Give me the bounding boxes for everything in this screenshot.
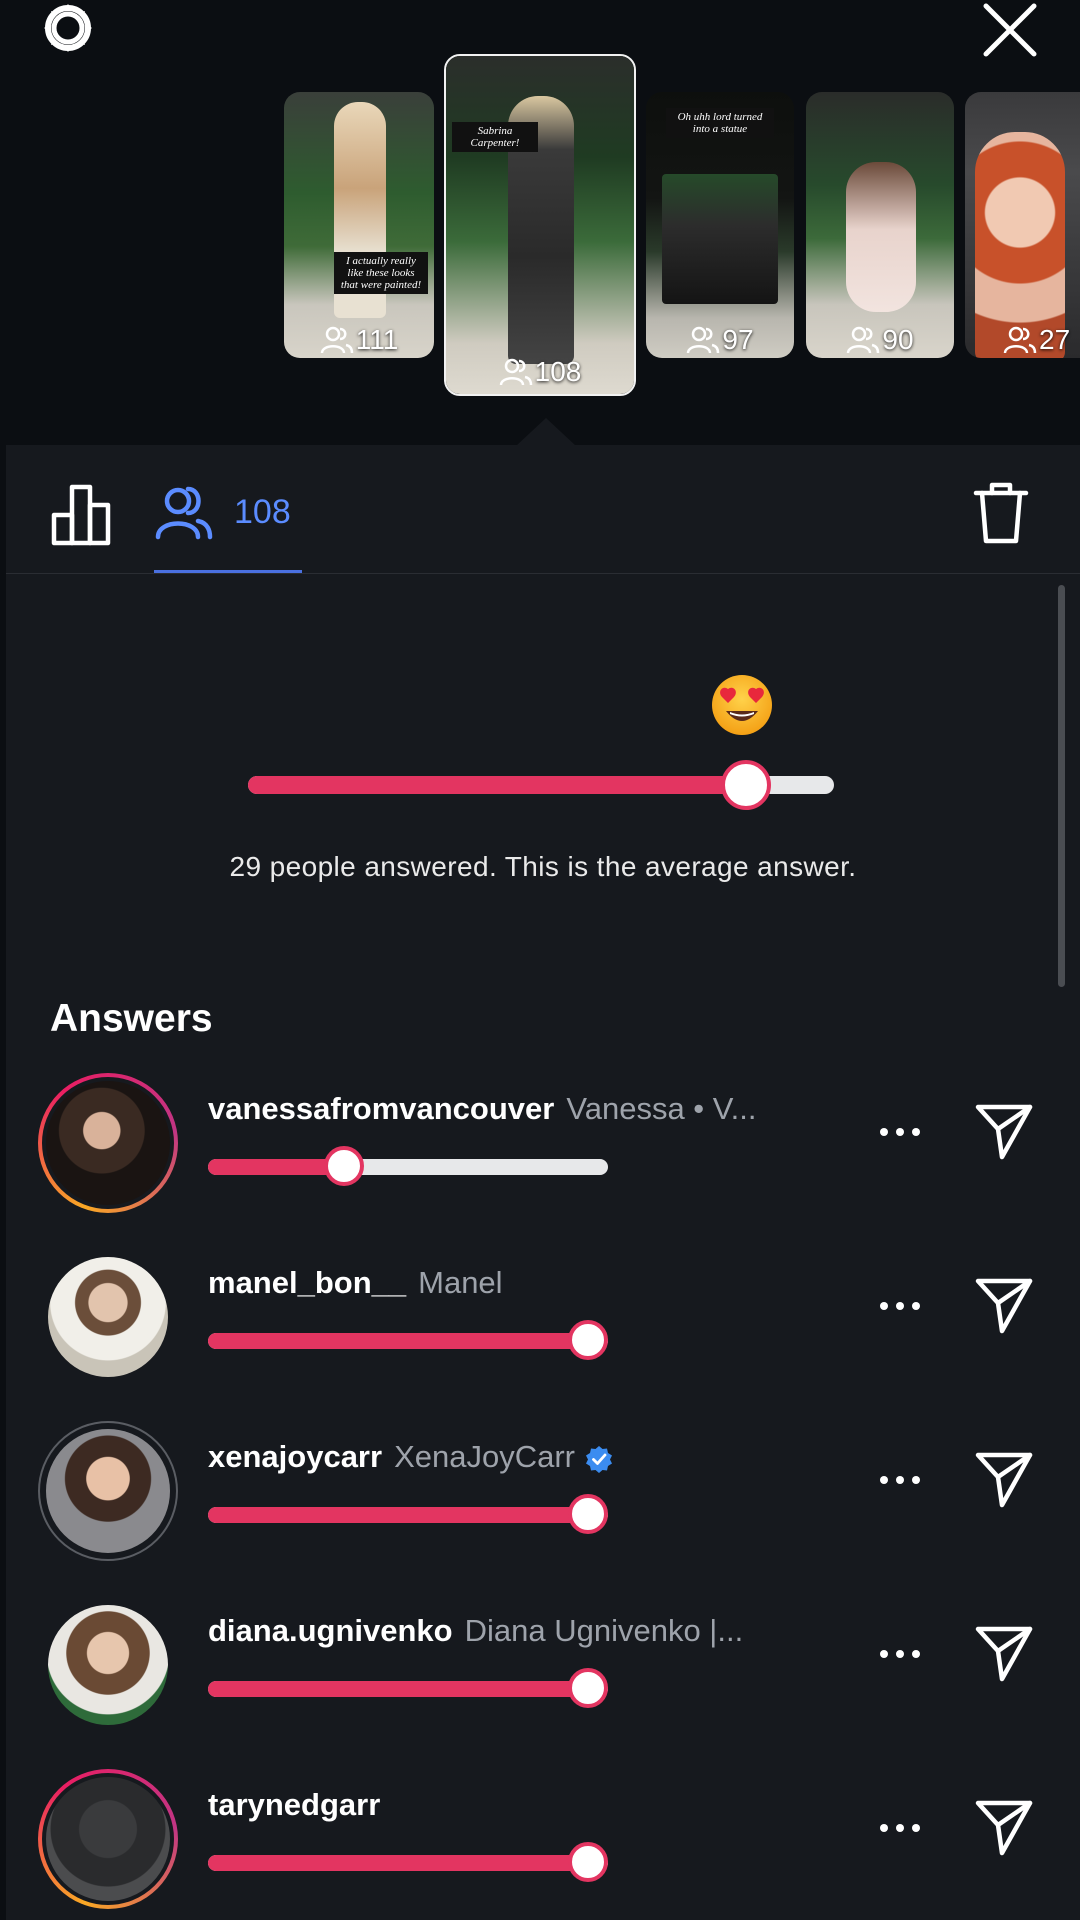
avatar[interactable] — [38, 1247, 178, 1387]
answer-username[interactable]: xenajoycarr XenaJoyCarr — [208, 1439, 613, 1475]
close-icon[interactable] — [980, 2, 1040, 58]
answer-row[interactable]: diana.ugnivenko Diana Ugnivenko |... — [6, 1595, 1080, 1745]
answer-row[interactable]: vanessafromvancouver Vanessa • V... — [6, 1073, 1080, 1223]
viewers-icon — [320, 326, 353, 354]
story-viewer-count: 90 — [806, 324, 954, 356]
answer-username[interactable]: manel_bon__ Manel — [208, 1265, 503, 1301]
username-text: vanessafromvancouver — [208, 1091, 555, 1126]
username-text: xenajoycarr — [208, 1439, 383, 1474]
viewers-icon — [847, 326, 880, 354]
story-overlay-text: I actually really like these looks that … — [334, 252, 428, 294]
story-overlay-text: Sabrina Carpenter! — [452, 122, 538, 152]
answer-slider-knob — [568, 1842, 608, 1882]
send-message-icon[interactable] — [972, 1099, 1036, 1163]
viewers-icon — [1003, 326, 1037, 354]
story-strip: I actually really like these looks that … — [0, 0, 1080, 446]
avatar[interactable] — [38, 1769, 178, 1909]
tab-viewers[interactable]: 108 — [154, 477, 291, 547]
answer-username[interactable]: diana.ugnivenko Diana Ugnivenko |... — [208, 1613, 743, 1649]
average-slider — [248, 760, 834, 810]
average-slider-fill — [248, 776, 746, 794]
username-text: diana.ugnivenko — [208, 1613, 453, 1648]
answer-row[interactable]: tarynedgarr — [6, 1769, 1080, 1919]
story-viewer-count: 111 — [284, 324, 434, 356]
answer-slider-knob — [568, 1668, 608, 1708]
average-caption: 29 people answered. This is the average … — [229, 851, 857, 882]
active-tab-underline — [154, 570, 302, 573]
send-message-icon[interactable] — [972, 1273, 1036, 1337]
answer-slider-knob — [568, 1494, 608, 1534]
answer-username[interactable]: vanessafromvancouver Vanessa • V... — [208, 1091, 756, 1127]
answer-slider — [208, 1320, 608, 1360]
viewers-icon — [155, 486, 213, 540]
verified-badge-icon — [585, 1445, 612, 1473]
story-thumbnail[interactable]: Oh uhh lord turned into a statue 97 — [646, 92, 794, 358]
scrollbar[interactable] — [1058, 585, 1065, 987]
trash-icon[interactable] — [972, 481, 1030, 545]
answer-row[interactable]: manel_bon__ Manel — [6, 1247, 1080, 1397]
avatar[interactable] — [38, 1595, 178, 1735]
story-thumbnail[interactable]: 90 — [806, 92, 954, 358]
answer-slider-knob — [324, 1146, 364, 1186]
avatar[interactable] — [38, 1073, 178, 1213]
full-name-text: Manel — [418, 1265, 503, 1300]
viewers-icon — [687, 326, 720, 354]
story-overlay-text: Oh uhh lord turned into a statue — [666, 108, 774, 138]
story-viewer-count: 97 — [646, 324, 794, 356]
answer-slider — [208, 1146, 608, 1186]
answer-slider-fill — [208, 1681, 588, 1697]
story-insights-panel: 108 29 people answered. This is the aver… — [6, 445, 1080, 1920]
story-thumbnail-selected[interactable]: Sabrina Carpenter! 108 — [444, 54, 636, 396]
settings-icon[interactable] — [36, 0, 100, 56]
answers-heading: Answers — [50, 997, 213, 1040]
username-text: tarynedgarr — [208, 1787, 381, 1822]
answer-slider-fill — [208, 1333, 588, 1349]
story-viewer-count: 108 — [446, 356, 634, 388]
more-options-icon[interactable] — [872, 1465, 928, 1495]
answer-slider — [208, 1668, 608, 1708]
full-name-text: Vanessa • V... — [566, 1091, 757, 1126]
send-message-icon[interactable] — [972, 1795, 1036, 1859]
avatar-image — [42, 1773, 174, 1905]
answer-slider — [208, 1842, 608, 1882]
viewers-icon — [499, 358, 532, 386]
story-thumbnail[interactable]: I actually really like these looks that … — [284, 92, 434, 358]
answer-username[interactable]: tarynedgarr — [208, 1787, 380, 1823]
send-message-icon[interactable] — [972, 1621, 1036, 1685]
answer-slider — [208, 1494, 608, 1534]
heart-eyes-emoji-icon — [712, 675, 772, 735]
selected-story-pointer — [516, 418, 576, 446]
more-options-icon[interactable] — [872, 1639, 928, 1669]
more-options-icon[interactable] — [872, 1813, 928, 1843]
username-text: manel_bon__ — [208, 1265, 407, 1300]
answer-slider-fill — [208, 1855, 588, 1871]
story-thumbnail[interactable]: 27 — [965, 92, 1080, 358]
full-name-text: XenaJoyCarr — [394, 1439, 575, 1474]
more-options-icon[interactable] — [872, 1291, 928, 1321]
avatar-image — [46, 1429, 170, 1553]
answer-row[interactable]: xenajoycarr XenaJoyCarr — [6, 1421, 1080, 1571]
answer-slider-fill — [208, 1507, 588, 1523]
average-slider-knob — [721, 760, 771, 810]
avatar[interactable] — [38, 1421, 178, 1561]
avatar-image — [48, 1605, 168, 1725]
answer-slider-knob — [568, 1320, 608, 1360]
send-message-icon[interactable] — [972, 1447, 1036, 1511]
full-name-text: Diana Ugnivenko |... — [464, 1613, 744, 1648]
viewers-count: 108 — [234, 492, 291, 531]
story-viewer-count: 27 — [965, 324, 1080, 356]
bar-chart-icon[interactable] — [50, 481, 116, 547]
tab-bar: 108 — [6, 445, 1080, 574]
avatar-image — [42, 1077, 174, 1209]
avatar-image — [48, 1257, 168, 1377]
more-options-icon[interactable] — [872, 1117, 928, 1147]
